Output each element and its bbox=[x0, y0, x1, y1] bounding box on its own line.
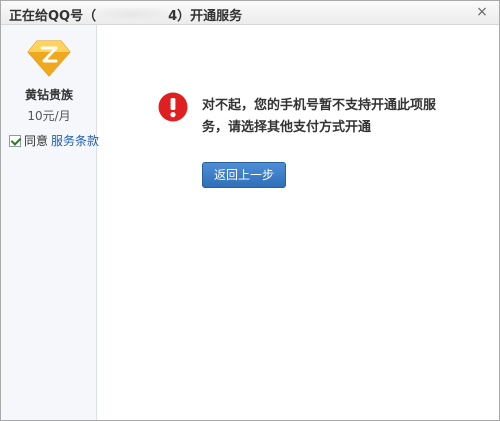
title-suffix: 4）开通服务 bbox=[168, 9, 243, 24]
main-content: 对不起，您的手机号暂不支持开通此项服务，请选择其他支付方式开通 返回上一步 bbox=[98, 25, 499, 420]
back-button[interactable]: 返回上一步 bbox=[202, 162, 286, 188]
agree-checkbox[interactable] bbox=[9, 134, 21, 147]
title-prefix: 正在给QQ号（ bbox=[9, 9, 97, 24]
masked-qq-number bbox=[96, 8, 169, 22]
title-bar: 正在给QQ号（ 4）开通服务 × bbox=[1, 1, 499, 25]
error-message: 对不起，您的手机号暂不支持开通此项服务，请选择其他支付方式开通 bbox=[202, 98, 437, 135]
product-sidebar: 黄钻贵族 10元/月 同意 服务条款 bbox=[1, 25, 99, 420]
product-name: 黄钻贵族 bbox=[24, 88, 73, 102]
close-icon: × bbox=[476, 4, 488, 20]
terms-link[interactable]: 服务条款 bbox=[51, 132, 99, 149]
agree-row: 同意 服务条款 bbox=[9, 132, 99, 149]
service-dialog: 正在给QQ号（ 4）开通服务 × 黄钻贵族 10元/月 同意 服务条款 对不起，您… bbox=[0, 0, 500, 421]
product-price: 10元/月 bbox=[27, 109, 71, 123]
error-exclamation-icon bbox=[158, 92, 188, 122]
window-title: 正在给QQ号（ 4）开通服务 bbox=[9, 5, 242, 24]
agree-label: 同意 bbox=[24, 134, 49, 148]
close-button[interactable]: × bbox=[474, 4, 490, 20]
yellow-diamond-icon bbox=[27, 40, 71, 77]
